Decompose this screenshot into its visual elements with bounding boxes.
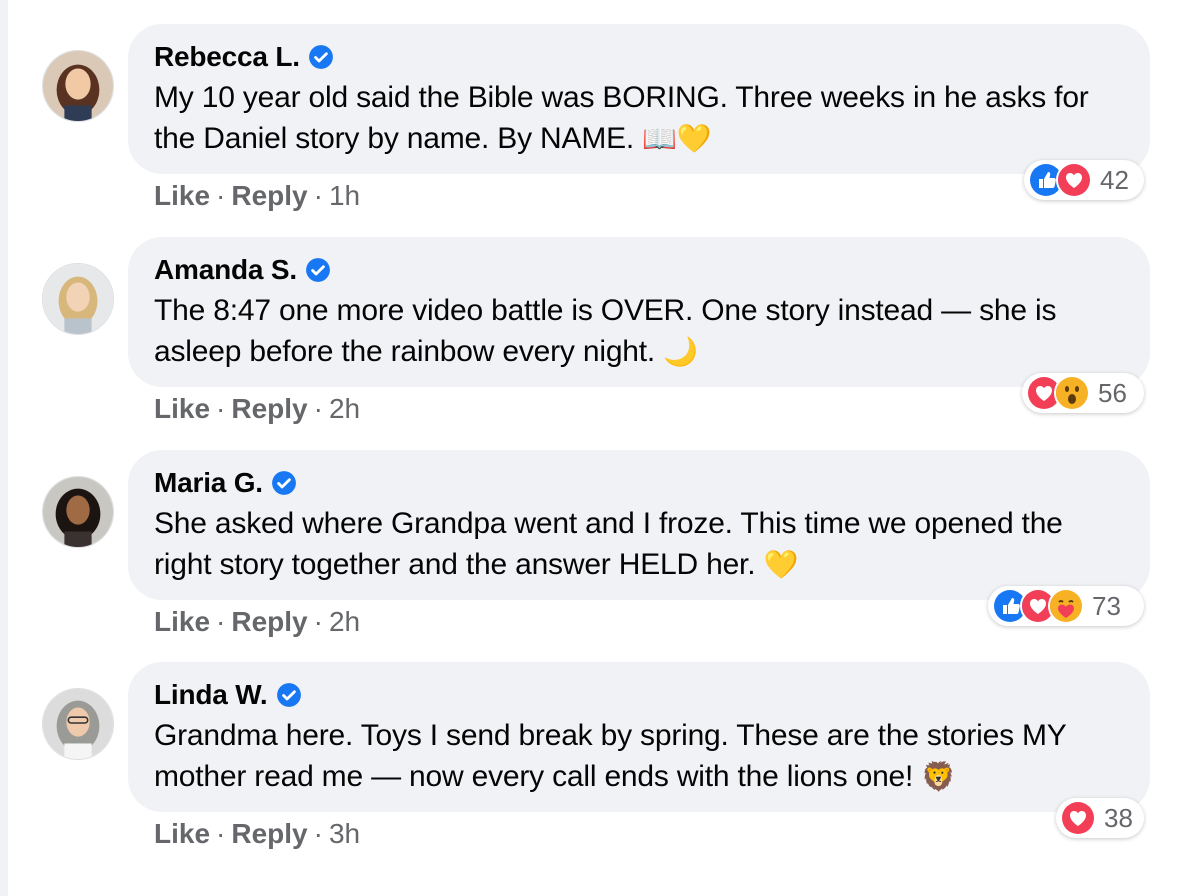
reaction-summary[interactable]: 56: [1022, 373, 1144, 413]
avatar[interactable]: [42, 688, 114, 760]
timestamp[interactable]: 2h: [329, 393, 360, 425]
reaction-count: 73: [1092, 590, 1121, 621]
reply-link[interactable]: Reply: [231, 818, 307, 850]
comment-emoji: 🦁: [921, 761, 956, 792]
comment-emoji: 📖💛: [642, 123, 712, 154]
comment-emoji: 🌙: [663, 336, 698, 367]
avatar[interactable]: [42, 476, 114, 548]
reaction-count: 38: [1104, 802, 1133, 833]
comment-actions: Like · Reply · 2h: [154, 393, 361, 425]
like-link[interactable]: Like: [154, 180, 210, 212]
reaction-count: 56: [1098, 377, 1127, 408]
comment-bubble: Linda W. Grandma here. Toys I send break…: [128, 662, 1150, 812]
care-reaction-icon: [1048, 588, 1084, 624]
reaction-summary[interactable]: 73: [988, 586, 1144, 626]
avatar[interactable]: [42, 263, 114, 335]
reply-link[interactable]: Reply: [231, 180, 307, 212]
reaction-summary[interactable]: 42: [1024, 160, 1144, 200]
author-name[interactable]: Amanda S.: [154, 254, 297, 286]
comment: Linda W. Grandma here. Toys I send break…: [0, 662, 1200, 874]
avatar[interactable]: [42, 50, 114, 122]
comment-bubble: Maria G. She asked where Grandpa went an…: [128, 450, 1150, 600]
reply-link[interactable]: Reply: [231, 393, 307, 425]
comment: Amanda S. The 8:47 one more video battle…: [0, 237, 1200, 449]
verified-badge-icon: [305, 257, 331, 283]
author-name[interactable]: Rebecca L.: [154, 41, 300, 73]
love-reaction-icon: [1056, 162, 1092, 198]
like-link[interactable]: Like: [154, 393, 210, 425]
like-link[interactable]: Like: [154, 818, 210, 850]
reaction-summary[interactable]: 38: [1056, 798, 1144, 838]
wow-reaction-icon: [1054, 375, 1090, 411]
comment-actions: Like · Reply · 2h: [154, 606, 361, 638]
comment-bubble: Rebecca L. My 10 year old said the Bible…: [128, 24, 1150, 174]
verified-badge-icon: [308, 44, 334, 70]
comment-text: The 8:47 one more video battle is OVER. …: [154, 294, 1057, 368]
verified-badge-icon: [276, 682, 302, 708]
comment-text: My 10 year old said the Bible was BORING…: [154, 81, 1089, 155]
comment-text: She asked where Grandpa went and I froze…: [154, 507, 1063, 581]
comment: Maria G. She asked where Grandpa went an…: [0, 450, 1200, 662]
comment: Rebecca L. My 10 year old said the Bible…: [0, 24, 1200, 236]
timestamp[interactable]: 2h: [329, 606, 360, 638]
comment-bubble: Amanda S. The 8:47 one more video battle…: [128, 237, 1150, 387]
timestamp[interactable]: 1h: [329, 180, 360, 212]
timestamp[interactable]: 3h: [329, 818, 360, 850]
comment-actions: Like · Reply · 3h: [154, 818, 361, 850]
love-reaction-icon: [1060, 800, 1096, 836]
author-name[interactable]: Linda W.: [154, 679, 268, 711]
reaction-count: 42: [1100, 164, 1129, 195]
comment-emoji: 💛: [763, 549, 799, 580]
comment-actions: Like · Reply · 1h: [154, 180, 361, 212]
reply-link[interactable]: Reply: [231, 606, 307, 638]
comment-text: Grandma here. Toys I send break by sprin…: [154, 719, 1067, 793]
author-name[interactable]: Maria G.: [154, 467, 263, 499]
like-link[interactable]: Like: [154, 606, 210, 638]
verified-badge-icon: [271, 470, 297, 496]
